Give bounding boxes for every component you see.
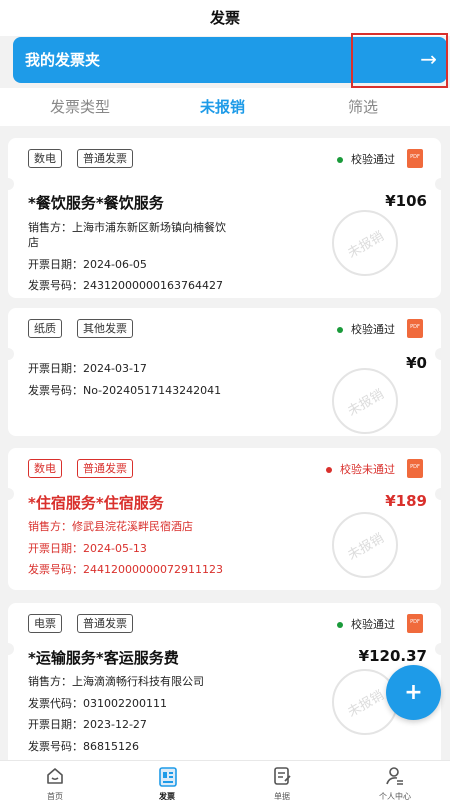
seller-line: 销售方：上海市浦东新区新场镇向楠餐饮	[28, 221, 226, 234]
status-dot-icon	[326, 467, 332, 473]
verify-status: 校验通过	[337, 616, 395, 632]
document-edit-icon	[274, 767, 291, 785]
pdf-icon[interactable]: PDF	[407, 149, 423, 168]
invoice-number: 发票号码：24312000000163764427	[28, 279, 223, 292]
invoice-tag: 普通发票	[77, 149, 133, 168]
verify-status: 校验通过	[337, 321, 395, 337]
invoice-card[interactable]: 数电 普通发票 校验通过 PDF *餐饮服务*餐饮服务 ¥106 销售方：上海市…	[2, 138, 447, 298]
arrow-right-icon[interactable]: →	[420, 37, 437, 81]
home-icon	[47, 768, 63, 784]
add-invoice-button[interactable]: +	[386, 665, 441, 720]
invoice-tag: 数电	[28, 149, 62, 168]
nav-label: 单据	[274, 792, 290, 800]
my-invoice-folder-banner[interactable]: 我的发票夹 →	[13, 37, 447, 83]
issue-date: 开票日期：2024-03-17	[28, 362, 147, 375]
nav-label: 个人中心	[379, 792, 411, 800]
pdf-icon[interactable]: PDF	[407, 459, 423, 478]
bottom-nav: 首页 发票 单据 个人中心	[0, 760, 450, 800]
page-title: 发票	[0, 0, 450, 36]
seller-line: 销售方：修武县浣花溪畔民宿酒店	[28, 520, 193, 533]
issue-date: 开票日期：2023-12-27	[28, 718, 147, 731]
invoice-code: 发票代码：031002200111	[28, 697, 167, 710]
nav-home[interactable]: 首页	[15, 761, 95, 800]
status-dot-icon	[337, 327, 343, 333]
unreimbursed-stamp: 未报销	[332, 512, 398, 578]
invoice-name: *餐饮服务*餐饮服务	[28, 194, 164, 212]
pdf-icon[interactable]: PDF	[407, 614, 423, 633]
invoice-number: 发票号码：No-20240517143242041	[28, 384, 222, 397]
status-dot-icon	[337, 157, 343, 163]
issue-date: 开票日期：2024-06-05	[28, 258, 147, 271]
banner-title: 我的发票夹	[25, 51, 101, 69]
invoice-card[interactable]: 电票 普通发票 校验通过 PDF *运输服务*客运服务费 ¥120.37 销售方…	[2, 603, 447, 760]
pdf-icon[interactable]: PDF	[407, 319, 423, 338]
nav-label: 发票	[159, 792, 175, 800]
invoice-amount: ¥189	[385, 492, 427, 510]
tab-filter[interactable]: 筛选	[348, 88, 378, 126]
issue-date: 开票日期：2024-05-13	[28, 542, 147, 555]
verify-status: 校验通过	[337, 151, 395, 167]
invoice-tag: 纸质	[28, 319, 62, 338]
user-icon	[386, 767, 403, 785]
nav-profile[interactable]: 个人中心	[355, 761, 435, 800]
invoice-number: 发票号码：24412000000072911123	[28, 563, 223, 576]
nav-label: 首页	[47, 792, 63, 800]
invoice-tag: 普通发票	[77, 614, 133, 633]
invoice-card[interactable]: 数电 普通发票 校验未通过 PDF *住宿服务*住宿服务 ¥189 销售方：修武…	[2, 448, 447, 590]
nav-documents[interactable]: 单据	[242, 761, 322, 800]
seller-line-cont: 店	[28, 236, 39, 249]
invoice-amount: ¥120.37	[358, 647, 427, 665]
status-dot-icon	[337, 622, 343, 628]
verify-status: 校验未通过	[326, 461, 395, 477]
unreimbursed-stamp: 未报销	[332, 368, 398, 434]
invoice-name: *住宿服务*住宿服务	[28, 494, 164, 512]
invoice-tag: 电票	[28, 614, 62, 633]
invoice-amount: ¥106	[385, 192, 427, 210]
invoice-icon	[159, 767, 177, 787]
invoice-number: 发票号码：86815126	[28, 740, 139, 753]
invoice-name: *运输服务*客运服务费	[28, 649, 179, 667]
invoice-list: 数电 普通发票 校验通过 PDF *餐饮服务*餐饮服务 ¥106 销售方：上海市…	[0, 128, 450, 760]
filter-tabs: 发票类型 未报销 筛选	[0, 88, 450, 126]
invoice-tag: 其他发票	[77, 319, 133, 338]
invoice-tag: 数电	[28, 459, 62, 478]
nav-invoice[interactable]: 发票	[127, 761, 207, 800]
seller-line: 销售方：上海滴滴畅行科技有限公司	[28, 675, 204, 688]
tab-invoice-type[interactable]: 发票类型	[50, 88, 110, 126]
tab-unreimbursed[interactable]: 未报销	[200, 88, 245, 126]
invoice-tag: 普通发票	[77, 459, 133, 478]
invoice-card[interactable]: 纸质 其他发票 校验通过 PDF ¥0 开票日期：2024-03-17 发票号码…	[2, 308, 447, 436]
unreimbursed-stamp: 未报销	[332, 210, 398, 276]
invoice-amount: ¥0	[406, 354, 427, 372]
